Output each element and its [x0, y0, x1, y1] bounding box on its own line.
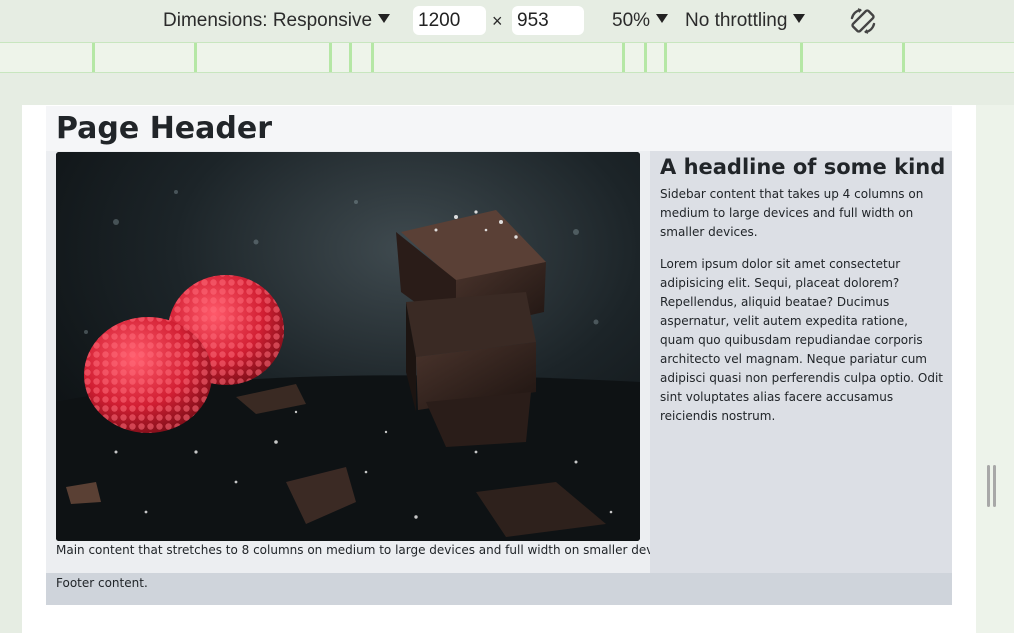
times-sign: × [492, 11, 503, 31]
sidebar: A headline of some kind Sidebar content … [650, 151, 952, 573]
main-content-caption: Main content that stretches to 8 columns… [56, 543, 681, 557]
resize-grip-line [987, 465, 990, 507]
dimensions-dropdown[interactable]: Dimensions: Responsive [163, 0, 391, 42]
sidebar-intro: Sidebar content that takes up 4 columns … [660, 187, 924, 239]
chevron-down-icon [656, 14, 669, 23]
ruler-tick [329, 43, 332, 72]
zoom-dropdown[interactable]: 50% [612, 0, 669, 42]
ruler-tick [349, 43, 352, 72]
photo-illustration [56, 152, 640, 541]
ruler-tick [800, 43, 803, 72]
throttling-label: No throttling [685, 10, 788, 31]
page-header: Page Header [46, 106, 952, 151]
media-query-ruler[interactable] [0, 42, 1014, 73]
page-title: Page Header [56, 111, 273, 146]
main-content: Main content that stretches to 8 columns… [46, 151, 681, 573]
rotate-icon[interactable] [848, 6, 878, 36]
sidebar-body: Lorem ipsum dolor sit amet consectetur a… [660, 257, 943, 423]
viewport-resize-strip [976, 105, 1014, 633]
ruler-tick [664, 43, 667, 72]
device-toolbar: Dimensions: Responsive 1200 × 953 50% No… [0, 0, 1014, 42]
throttling-dropdown[interactable]: No throttling [685, 0, 806, 42]
sidebar-headline: A headline of some kind [660, 155, 946, 179]
ruler-tick [92, 43, 95, 72]
height-input[interactable]: 953 [512, 6, 584, 35]
width-input[interactable]: 1200 [413, 6, 486, 35]
ruler-tick [622, 43, 625, 72]
zoom-label: 50% [612, 10, 651, 31]
resize-grip-line [993, 465, 996, 507]
chevron-down-icon [378, 14, 391, 23]
page-footer: Footer content. [46, 573, 952, 605]
footer-text: Footer content. [56, 576, 148, 590]
ruler-tick [371, 43, 374, 72]
resize-handle[interactable] [987, 465, 997, 507]
ruler-tick [902, 43, 905, 72]
chocolate-raspberry-photo [56, 152, 640, 541]
ruler-tick [644, 43, 647, 72]
ruler-tick [194, 43, 197, 72]
dimensions-label: Dimensions: Responsive [163, 10, 373, 31]
chevron-down-icon [793, 14, 806, 23]
